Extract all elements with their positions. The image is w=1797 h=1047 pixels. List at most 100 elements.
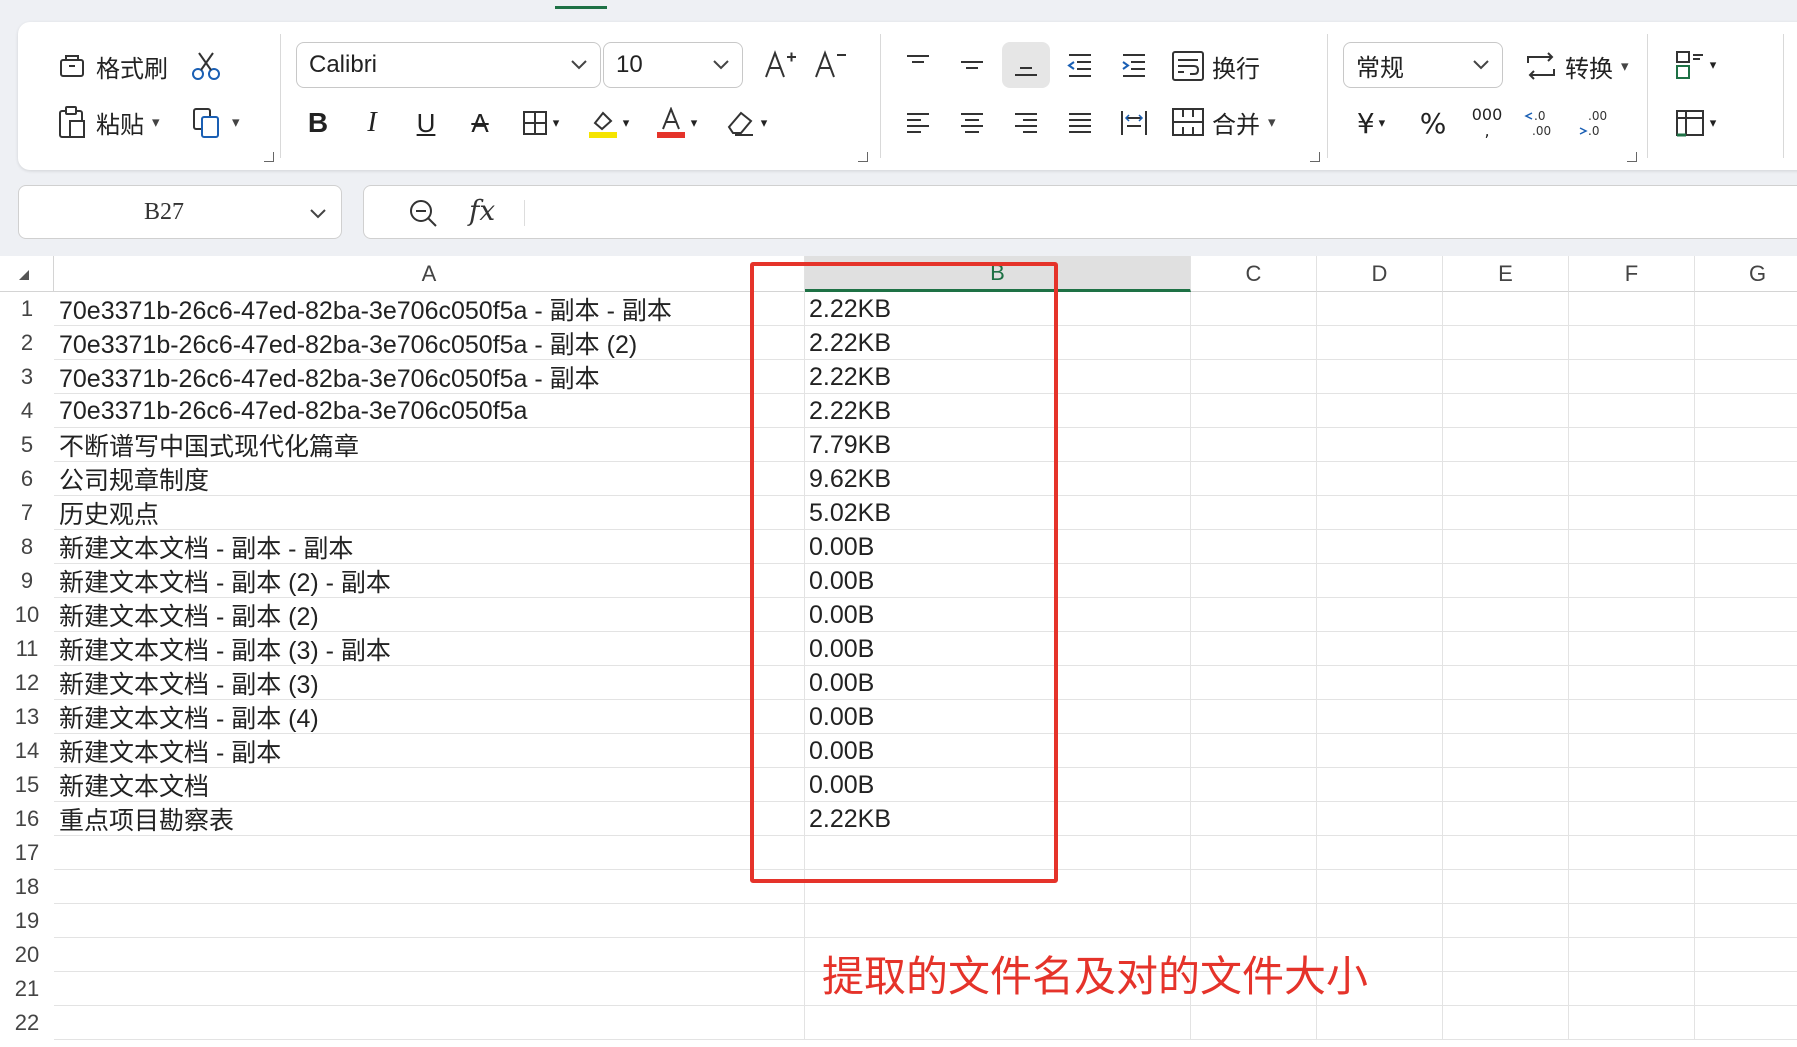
- font-launcher-icon[interactable]: [858, 152, 868, 162]
- row-header[interactable]: 13: [0, 700, 54, 734]
- row-header[interactable]: 9: [0, 564, 54, 598]
- cut-button[interactable]: [188, 48, 224, 84]
- row-header[interactable]: 19: [0, 904, 54, 938]
- column-header-b[interactable]: B: [805, 256, 1191, 292]
- distributed-align-button[interactable]: [1110, 100, 1158, 146]
- row-header[interactable]: 20: [0, 938, 54, 972]
- cell-file-size[interactable]: 0.00B: [809, 564, 874, 598]
- bold-button[interactable]: B: [294, 100, 342, 146]
- align-top-button[interactable]: [894, 42, 942, 88]
- cell-file-name[interactable]: 新建文本文档 - 副本 (3): [59, 666, 319, 700]
- increase-decimal-button[interactable]: .0.00: [1517, 100, 1565, 146]
- name-box[interactable]: B27: [18, 185, 342, 239]
- italic-button[interactable]: I: [348, 100, 396, 146]
- cell-file-name[interactable]: 70e3371b-26c6-47ed-82ba-3e706c050f5a: [59, 394, 527, 428]
- cell-file-name[interactable]: 历史观点: [59, 496, 159, 530]
- copy-button[interactable]: ▾: [188, 104, 240, 140]
- cell-file-size[interactable]: 2.22KB: [809, 292, 891, 326]
- percent-button[interactable]: %: [1409, 100, 1457, 146]
- alignment-launcher-icon[interactable]: [1310, 152, 1320, 162]
- borders-button[interactable]: ▾: [510, 100, 570, 146]
- row-header[interactable]: 2: [0, 326, 54, 360]
- row-header[interactable]: 10: [0, 598, 54, 632]
- cell-file-name[interactable]: 不断谱写中国式现代化篇章: [59, 428, 359, 462]
- convert-button[interactable]: 转换 ▾: [1523, 48, 1629, 84]
- cell-file-name[interactable]: 70e3371b-26c6-47ed-82ba-3e706c050f5a - 副…: [59, 292, 672, 326]
- column-header-f[interactable]: F: [1569, 256, 1695, 292]
- cell-file-name[interactable]: 新建文本文档 - 副本 (2) - 副本: [59, 564, 391, 598]
- cell-file-name[interactable]: 70e3371b-26c6-47ed-82ba-3e706c050f5a - 副…: [59, 326, 637, 360]
- column-header-g[interactable]: G: [1695, 256, 1797, 292]
- clipboard-launcher-icon[interactable]: [264, 152, 274, 162]
- cell-file-name[interactable]: 重点项目勘察表: [59, 802, 234, 836]
- font-color-button[interactable]: ▾: [646, 100, 706, 146]
- column-header-a[interactable]: A: [54, 256, 805, 292]
- row-header[interactable]: 6: [0, 462, 54, 496]
- cell-file-size[interactable]: 0.00B: [809, 598, 874, 632]
- cell-file-size[interactable]: 9.62KB: [809, 462, 891, 496]
- cell-file-size[interactable]: 2.22KB: [809, 394, 891, 428]
- column-header-d[interactable]: D: [1317, 256, 1443, 292]
- row-header[interactable]: 14: [0, 734, 54, 768]
- align-left-button[interactable]: [894, 100, 942, 146]
- row-header[interactable]: 12: [0, 666, 54, 700]
- cell-file-size[interactable]: 0.00B: [809, 734, 874, 768]
- format-painter-button[interactable]: 格式刷: [54, 48, 168, 84]
- row-header[interactable]: 3: [0, 360, 54, 394]
- align-bottom-button[interactable]: [1002, 42, 1050, 88]
- cell-file-size[interactable]: 5.02KB: [809, 496, 891, 530]
- select-all-corner[interactable]: [0, 256, 54, 292]
- cell-file-size[interactable]: 2.22KB: [809, 326, 891, 360]
- cell-file-size[interactable]: 2.22KB: [809, 360, 891, 394]
- cell-file-name[interactable]: 70e3371b-26c6-47ed-82ba-3e706c050f5a - 副…: [59, 360, 600, 394]
- row-header[interactable]: 18: [0, 870, 54, 904]
- row-header[interactable]: 16: [0, 802, 54, 836]
- cell-file-size[interactable]: 0.00B: [809, 768, 874, 802]
- column-header-e[interactable]: E: [1443, 256, 1569, 292]
- cell-file-size[interactable]: 0.00B: [809, 632, 874, 666]
- increase-font-size-button[interactable]: [756, 42, 804, 88]
- clear-format-button[interactable]: ▾: [716, 100, 776, 146]
- decrease-font-size-button[interactable]: [806, 42, 854, 88]
- column-header-c[interactable]: C: [1191, 256, 1317, 292]
- row-header[interactable]: 17: [0, 836, 54, 870]
- cell-file-size[interactable]: 0.00B: [809, 700, 874, 734]
- font-size-select[interactable]: 10: [603, 42, 743, 88]
- function-icon[interactable]: fx: [469, 194, 495, 227]
- cell-file-name[interactable]: 公司规章制度: [59, 462, 209, 496]
- cell-file-size[interactable]: 0.00B: [809, 666, 874, 700]
- row-header[interactable]: 15: [0, 768, 54, 802]
- cell-file-name[interactable]: 新建文本文档 - 副本: [59, 734, 281, 768]
- strikethrough-button[interactable]: A: [456, 100, 504, 146]
- paste-button[interactable]: 粘贴 ▾: [54, 104, 160, 140]
- row-header[interactable]: 8: [0, 530, 54, 564]
- decrease-decimal-button[interactable]: .00.0: [1571, 100, 1619, 146]
- thousands-separator-button[interactable]: 000 ,: [1463, 100, 1511, 146]
- wrap-text-button[interactable]: 换行: [1170, 48, 1260, 84]
- fill-color-button[interactable]: ▾: [578, 100, 638, 146]
- row-header[interactable]: 22: [0, 1006, 54, 1040]
- cell-file-name[interactable]: 新建文本文档 - 副本 (3) - 副本: [59, 632, 391, 666]
- currency-button[interactable]: ¥ ▾: [1341, 100, 1401, 146]
- row-header[interactable]: 7: [0, 496, 54, 530]
- font-name-select[interactable]: Calibri: [296, 42, 601, 88]
- align-middle-button[interactable]: [948, 42, 996, 88]
- cell-file-name[interactable]: 新建文本文档 - 副本 (2): [59, 598, 319, 632]
- align-right-button[interactable]: [1002, 100, 1050, 146]
- cell-file-size[interactable]: 2.22KB: [809, 802, 891, 836]
- row-header[interactable]: 5: [0, 428, 54, 462]
- row-header[interactable]: 4: [0, 394, 54, 428]
- align-center-button[interactable]: [948, 100, 996, 146]
- formula-input[interactable]: [539, 198, 1739, 228]
- zoom-icon[interactable]: [408, 198, 438, 228]
- number-launcher-icon[interactable]: [1627, 152, 1637, 162]
- justify-button[interactable]: [1056, 100, 1104, 146]
- row-header[interactable]: 11: [0, 632, 54, 666]
- cell-file-name[interactable]: 新建文本文档 - 副本 - 副本: [59, 530, 353, 564]
- underline-button[interactable]: U: [402, 100, 450, 146]
- number-format-select[interactable]: 常规: [1343, 42, 1503, 88]
- increase-indent-button[interactable]: [1110, 42, 1158, 88]
- row-header[interactable]: 21: [0, 972, 54, 1006]
- cell-file-name[interactable]: 新建文本文档 - 副本 (4): [59, 700, 319, 734]
- cell-file-size[interactable]: 0.00B: [809, 530, 874, 564]
